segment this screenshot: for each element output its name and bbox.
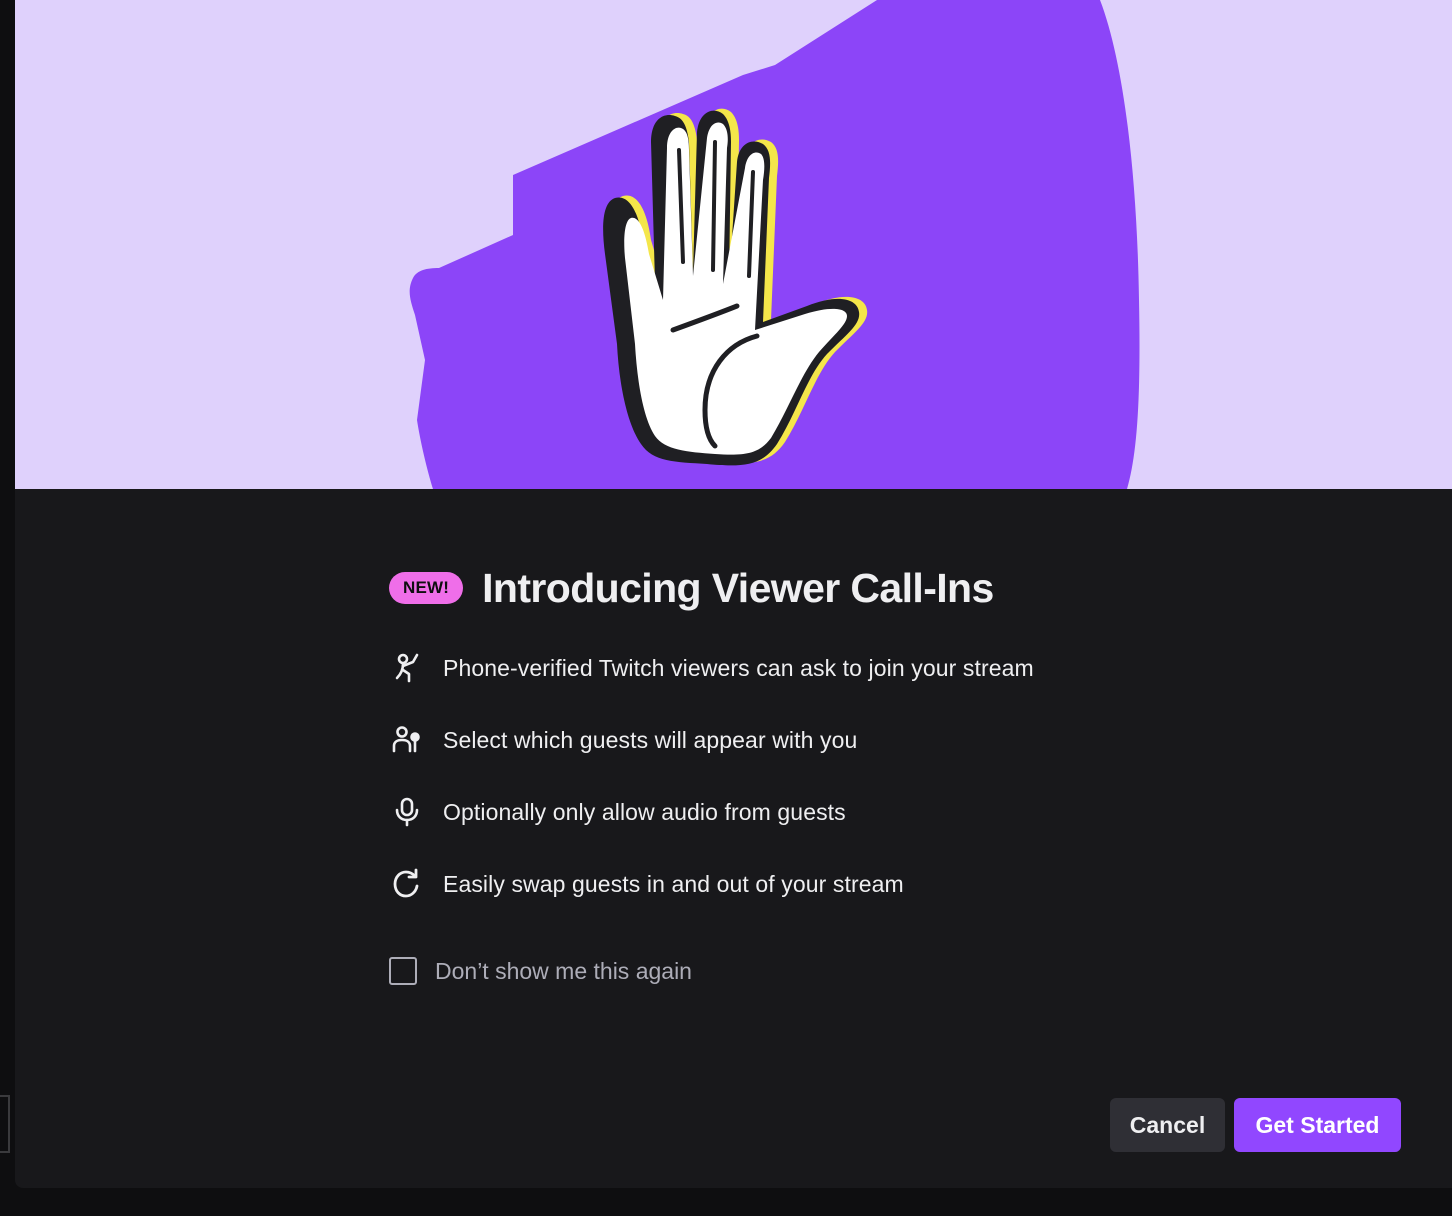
dont-show-again-option[interactable]: Don’t show me this again <box>389 957 692 985</box>
background-panel-edge <box>0 1095 10 1153</box>
feature-item: Easily swap guests in and out of your st… <box>389 860 1189 908</box>
guests-select-icon <box>389 722 425 758</box>
hand-wave-illustration <box>409 0 1140 489</box>
feature-text: Easily swap guests in and out of your st… <box>443 870 904 897</box>
refresh-icon <box>389 866 425 902</box>
dont-show-again-checkbox[interactable] <box>389 957 417 985</box>
raised-hand-person-icon <box>389 650 425 686</box>
feature-text: Select which guests will appear with you <box>443 726 858 753</box>
hero-banner <box>15 0 1452 489</box>
feature-text: Optionally only allow audio from guests <box>443 798 846 825</box>
call-ins-intro-modal: NEW! Introducing Viewer Call-Ins Phone-v… <box>15 0 1452 1188</box>
feature-list: Phone-verified Twitch viewers can ask to… <box>389 644 1189 932</box>
microphone-icon <box>389 794 425 830</box>
get-started-button[interactable]: Get Started <box>1234 1098 1401 1152</box>
dont-show-again-label[interactable]: Don’t show me this again <box>435 958 692 985</box>
cancel-button[interactable]: Cancel <box>1110 1098 1225 1152</box>
title-row: NEW! Introducing Viewer Call-Ins <box>389 562 994 614</box>
feature-item: Phone-verified Twitch viewers can ask to… <box>389 644 1189 692</box>
finger-gap-2 <box>711 140 717 272</box>
new-badge: NEW! <box>389 572 464 604</box>
modal-title: Introducing Viewer Call-Ins <box>482 564 994 611</box>
feature-item: Select which guests will appear with you <box>389 716 1189 764</box>
feature-item: Optionally only allow audio from guests <box>389 788 1189 836</box>
feature-text: Phone-verified Twitch viewers can ask to… <box>443 654 1034 681</box>
